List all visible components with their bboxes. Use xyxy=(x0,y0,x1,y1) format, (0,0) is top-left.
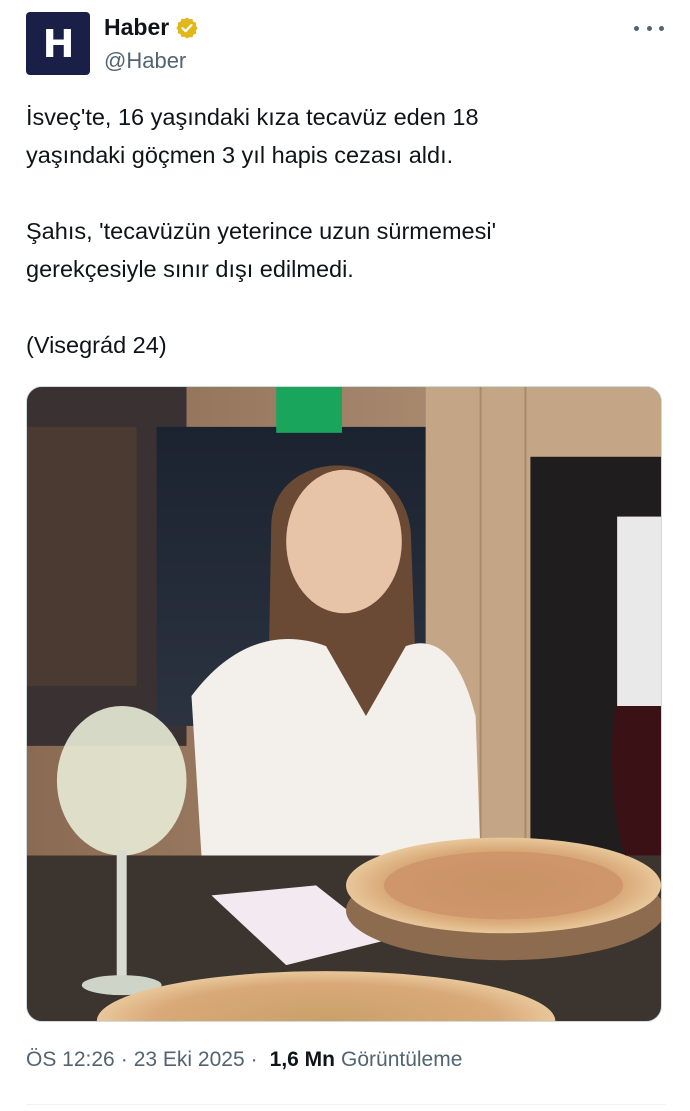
verified-badge-icon xyxy=(176,17,198,38)
handle[interactable]: @Haber xyxy=(104,48,186,74)
tweet-paragraph: Şahıs, 'tecavüzün yeterince uzun sürmeme… xyxy=(26,218,497,282)
divider xyxy=(26,1104,666,1105)
tweet-paragraph: İsveç'te, 16 yaşındaki kıza tecavüz eden… xyxy=(26,104,479,168)
tweet-time[interactable]: ÖS 12:26 xyxy=(26,1048,115,1072)
avatar[interactable]: H xyxy=(26,12,90,75)
name-row: Haber xyxy=(104,14,199,41)
tweet-date[interactable]: 23 Eki 2025 xyxy=(134,1048,245,1072)
more-options-icon[interactable] xyxy=(634,18,664,38)
tweet-photo[interactable] xyxy=(26,386,662,1022)
views-label: Görüntüleme xyxy=(341,1048,463,1071)
avatar-letter: H xyxy=(42,21,75,66)
tweet-paragraph: (Visegrád 24) xyxy=(26,332,167,358)
photo-illustration xyxy=(27,387,661,1021)
separator-dot: · xyxy=(120,1048,128,1071)
tweet-meta: ÖS 12:26 · 23 Eki 2025 · 1,6 Mn Görüntül… xyxy=(26,1048,462,1072)
display-name[interactable]: Haber xyxy=(104,14,169,41)
tweet-header: H Haber @Haber xyxy=(26,12,666,76)
tweet-text: İsveç'te, 16 yaşındaki kıza tecavüz eden… xyxy=(26,98,666,364)
views-count: 1,6 Mn xyxy=(269,1048,336,1071)
separator-dot: · xyxy=(250,1048,258,1071)
